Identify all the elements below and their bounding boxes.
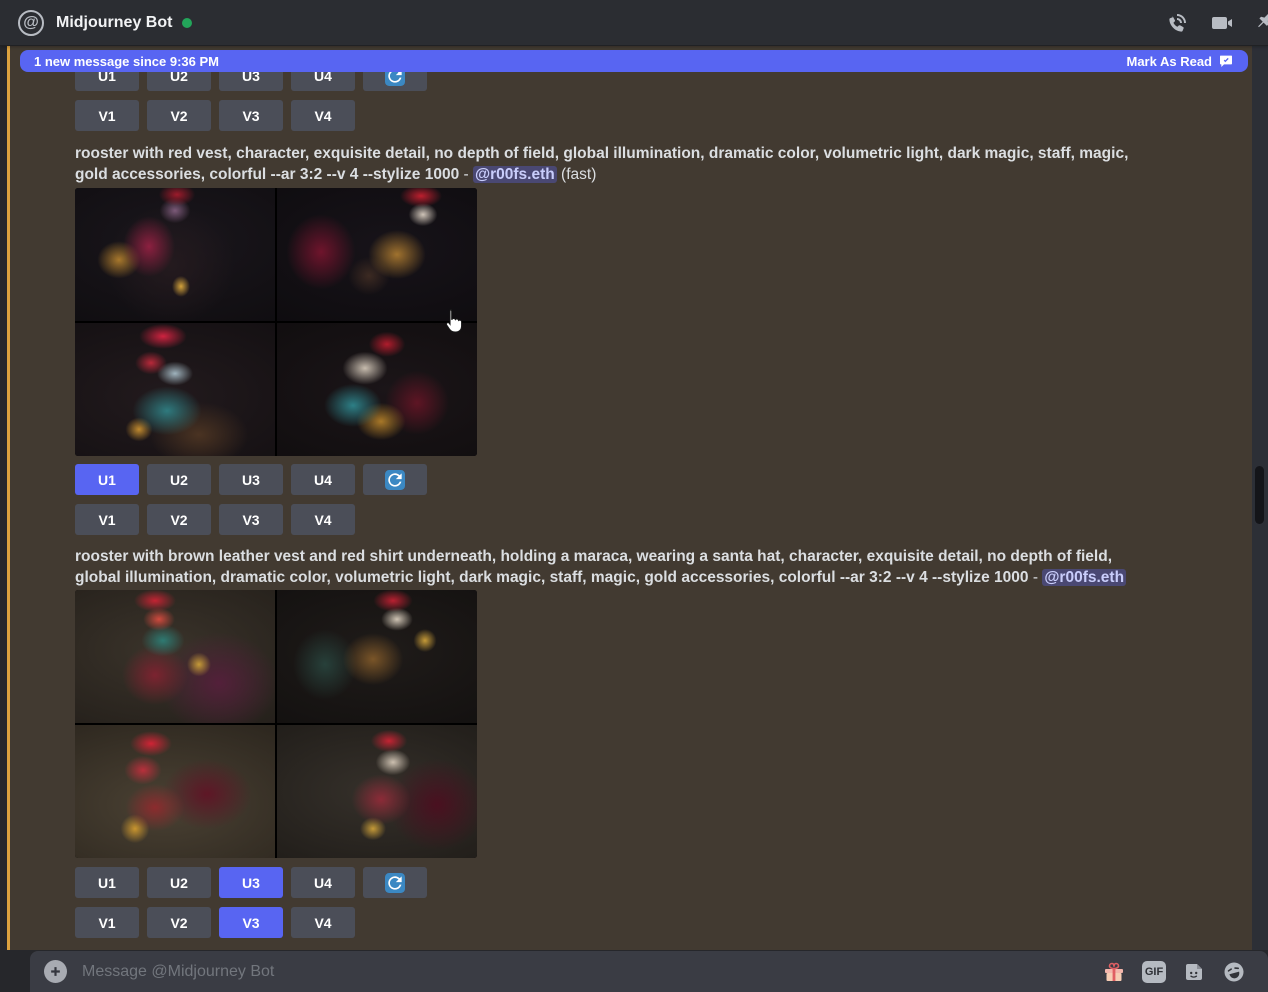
v4-button[interactable]: V4 bbox=[291, 100, 355, 131]
v1-button[interactable]: V1 bbox=[75, 100, 139, 131]
variation-button-row: V1 V2 V3 V4 bbox=[75, 504, 355, 535]
voice-call-icon[interactable] bbox=[1166, 11, 1190, 35]
grid-image-4[interactable] bbox=[277, 323, 477, 456]
sticker-icon[interactable] bbox=[1182, 960, 1206, 984]
header-actions bbox=[1166, 0, 1268, 46]
scrollbar-track[interactable] bbox=[1252, 46, 1268, 950]
rerun-icon bbox=[385, 469, 405, 490]
gif-badge-label: GIF bbox=[1142, 960, 1166, 983]
mark-as-read-button[interactable]: Mark As Read bbox=[1127, 53, 1235, 69]
left-edge bbox=[0, 46, 7, 992]
generated-image-grid[interactable] bbox=[75, 188, 477, 456]
gift-icon[interactable] bbox=[1102, 960, 1126, 984]
online-status-dot bbox=[182, 17, 193, 28]
v4-button[interactable]: V4 bbox=[291, 907, 355, 938]
prompt-text: rooster with brown leather vest and red … bbox=[75, 548, 1113, 586]
rerun-button[interactable] bbox=[363, 464, 427, 495]
channel-title: Midjourney Bot bbox=[56, 13, 173, 31]
new-messages-text: 1 new message since 9:36 PM bbox=[34, 53, 219, 69]
message-input[interactable] bbox=[82, 962, 1102, 981]
variation-button-row: V1 V2 V3 V4 bbox=[75, 907, 355, 938]
message-composer: GIF bbox=[30, 951, 1268, 992]
unread-indicator-line bbox=[7, 46, 10, 950]
v3-button[interactable]: V3 bbox=[219, 504, 283, 535]
at-sign-icon: @ bbox=[18, 9, 44, 36]
grid-image-3[interactable] bbox=[75, 323, 275, 456]
v1-button[interactable]: V1 bbox=[75, 907, 139, 938]
grid-image-3[interactable] bbox=[75, 725, 275, 858]
mark-as-read-label: Mark As Read bbox=[1126, 53, 1213, 69]
v2-button[interactable]: V2 bbox=[147, 100, 211, 131]
new-messages-bar[interactable]: 1 new message since 9:36 PM Mark As Read bbox=[20, 50, 1248, 72]
u3-button[interactable]: U3 bbox=[219, 464, 283, 495]
v3-button[interactable]: V3 bbox=[219, 100, 283, 131]
emoji-icon[interactable] bbox=[1222, 960, 1246, 984]
prompt-text: rooster with red vest, character, exquis… bbox=[75, 145, 1129, 183]
variation-button-row-partial: V1 V2 V3 V4 bbox=[75, 100, 355, 131]
u2-button[interactable]: U2 bbox=[147, 867, 211, 898]
upscale-button-row: U1 U2 U3 U4 bbox=[75, 867, 427, 898]
grid-image-2[interactable] bbox=[277, 590, 477, 723]
grid-image-1[interactable] bbox=[75, 590, 275, 723]
gif-icon[interactable]: GIF bbox=[1142, 960, 1166, 984]
grid-image-4[interactable] bbox=[277, 725, 477, 858]
discord-app-window: @ Midjourney Bot 1 new message since 9:3… bbox=[0, 0, 1268, 992]
user-mention[interactable]: @r00fs.eth bbox=[1042, 569, 1127, 586]
user-mention[interactable]: @r00fs.eth bbox=[473, 166, 557, 183]
message-prompt: rooster with red vest, character, exquis… bbox=[75, 145, 1129, 183]
u1-button[interactable]: U1 bbox=[75, 867, 139, 898]
v2-button[interactable]: V2 bbox=[147, 907, 211, 938]
pin-icon[interactable] bbox=[1254, 11, 1268, 35]
v1-button[interactable]: V1 bbox=[75, 504, 139, 535]
u2-button[interactable]: U2 bbox=[147, 464, 211, 495]
channel-header: @ Midjourney Bot bbox=[0, 0, 1268, 46]
u4-button[interactable]: U4 bbox=[291, 464, 355, 495]
grid-image-2[interactable] bbox=[277, 188, 477, 321]
v3-button[interactable]: V3 bbox=[219, 907, 283, 938]
generated-image-grid[interactable] bbox=[75, 590, 477, 858]
composer-icons: GIF bbox=[1102, 960, 1246, 984]
u1-button[interactable]: U1 bbox=[75, 464, 139, 495]
rerun-button[interactable] bbox=[363, 867, 427, 898]
u3-button[interactable]: U3 bbox=[219, 867, 283, 898]
speed-mode-label: (fast) bbox=[561, 166, 597, 183]
v2-button[interactable]: V2 bbox=[147, 504, 211, 535]
scrollbar-thumb[interactable] bbox=[1255, 466, 1264, 524]
u4-button[interactable]: U4 bbox=[291, 867, 355, 898]
v4-button[interactable]: V4 bbox=[291, 504, 355, 535]
mark-read-icon bbox=[1220, 55, 1232, 67]
chat-scroll-area[interactable]: 1 new message since 9:36 PM Mark As Read… bbox=[10, 46, 1252, 950]
video-call-icon[interactable] bbox=[1210, 11, 1234, 35]
rerun-icon bbox=[385, 872, 405, 893]
upscale-button-row: U1 U2 U3 U4 bbox=[75, 464, 427, 495]
grid-image-1[interactable] bbox=[75, 188, 275, 321]
plus-circle-icon[interactable] bbox=[44, 960, 67, 983]
